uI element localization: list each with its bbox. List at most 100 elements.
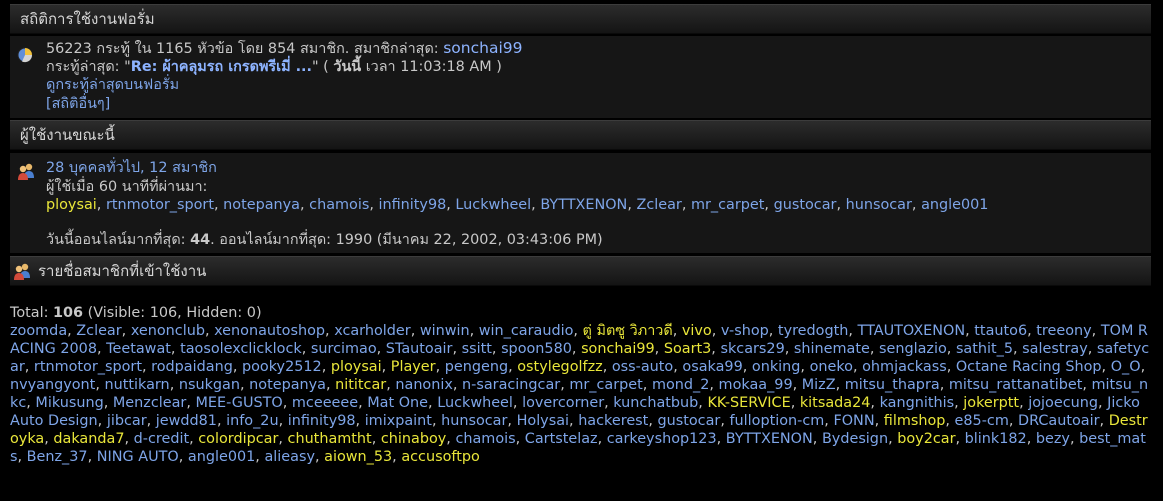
member-user-link[interactable]: e85-cm [955,413,1009,429]
member-user-link[interactable]: tyredogth [778,323,848,339]
member-user-link[interactable]: nsukgan [179,377,240,393]
member-user-link[interactable]: Soart3 [664,341,711,357]
member-user-link[interactable]: pengeng [445,359,508,375]
member-user-link[interactable]: rodpaidang [151,359,233,375]
member-user-link[interactable]: Zclear [76,323,121,339]
online-user-link[interactable]: Luckwheel [455,197,531,213]
member-user-link[interactable]: accusoftpo [401,449,479,465]
member-user-link[interactable]: NING AUTO [97,449,179,465]
member-user-link[interactable]: Teetawat [106,341,171,357]
member-user-link[interactable]: jojoecung [1028,395,1098,411]
member-user-link[interactable]: osaka99 [682,359,742,375]
member-user-link[interactable]: Octane Racing Shop [956,359,1102,375]
member-user-link[interactable]: notepanya [249,377,326,393]
member-user-link[interactable]: ploysai [331,359,382,375]
member-user-link[interactable]: angle001 [188,449,255,465]
member-user-link[interactable]: kunchatbub [613,395,698,411]
member-user-link[interactable]: mceeeee [292,395,358,411]
member-user-link[interactable]: treeony [1036,323,1091,339]
more-stats-link[interactable]: [สถิติอื่นๆ] [46,96,110,112]
member-user-link[interactable]: salestray [1022,341,1088,357]
member-user-link[interactable]: onking [752,359,801,375]
online-user-link[interactable]: infinity98 [378,197,446,213]
member-user-link[interactable]: Luckwheel [437,395,513,411]
member-user-link[interactable]: fulloption-cm [729,413,824,429]
member-user-link[interactable]: Bydesign [822,431,888,447]
latest-post-link[interactable]: Re: ผ้าคลุมรถ เกรดพรีเมี่ ... [131,59,312,75]
online-user-link[interactable]: mr_carpet [691,197,764,213]
member-user-link[interactable]: Menzclear [113,395,186,411]
member-user-link[interactable]: O_O [1111,359,1141,375]
member-user-link[interactable]: MEE-GUSTO [195,395,282,411]
member-user-link[interactable]: DRCautoair [1018,413,1100,429]
member-user-link[interactable]: BYTTXENON [726,431,813,447]
member-user-link[interactable]: kitsada24 [800,395,871,411]
member-user-link[interactable]: Mat One [367,395,428,411]
member-user-link[interactable]: aiown_53 [324,449,392,465]
member-user-link[interactable]: dakanda7 [53,431,124,447]
member-user-link[interactable]: senglazio [879,341,947,357]
member-user-link[interactable]: sonchai99 [581,341,655,357]
member-user-link[interactable]: imixpaint [365,413,432,429]
recent-posts-link[interactable]: ดูกระทู้ล่าสุดบนฟอรั่ม [46,77,179,93]
member-user-link[interactable]: ohmjackass [862,359,947,375]
member-user-link[interactable]: mokaa_99 [719,377,793,393]
member-user-link[interactable]: info_2u [226,413,278,429]
online-user-link[interactable]: hunsocar [846,197,912,213]
member-user-link[interactable]: lovercorner [522,395,604,411]
member-user-link[interactable]: carkeyshop123 [607,431,717,447]
online-user-link[interactable]: BYTTXENON [540,197,627,213]
member-user-link[interactable]: MizZ [802,377,836,393]
member-user-link[interactable]: rtnmotor_sport [34,359,142,375]
member-user-link[interactable]: ostylegolfzz [517,359,602,375]
member-user-link[interactable]: zoomda [10,323,67,339]
member-user-link[interactable]: xenonclub [131,323,205,339]
member-user-link[interactable]: Player [391,359,436,375]
member-user-link[interactable]: colordipcar [198,431,278,447]
member-user-link[interactable]: hackerest [578,413,648,429]
member-user-link[interactable]: ตู่ มิตซู วิภาวดี [583,323,673,339]
online-summary-link[interactable]: 28 บุคคลทั่วไป, 12 สมาชิก [46,160,217,176]
member-user-link[interactable]: shinemate [794,341,870,357]
member-user-link[interactable]: ttauto6 [974,323,1027,339]
member-user-link[interactable]: d-credit [134,431,189,447]
member-user-link[interactable]: oss-auto [612,359,673,375]
member-user-link[interactable]: FONN [833,413,874,429]
member-user-link[interactable]: mitsu_rattanatibet [949,377,1083,393]
member-user-link[interactable]: skcars29 [720,341,784,357]
member-user-link[interactable]: ssitt [462,341,492,357]
member-user-link[interactable]: win_caraudio [479,323,574,339]
member-user-link[interactable]: TTAUTOXENON [858,323,966,339]
member-user-link[interactable]: Benz_37 [27,449,88,465]
member-user-link[interactable]: sathit_5 [956,341,1013,357]
member-user-link[interactable]: xenonautoshop [214,323,325,339]
online-user-link[interactable]: rtnmotor_sport [106,197,214,213]
member-user-link[interactable]: mitsu_thapra [845,377,940,393]
member-user-link[interactable]: Holysai [517,413,569,429]
member-user-link[interactable]: surcimao [311,341,377,357]
member-user-link[interactable]: n-saracingcar [462,377,560,393]
member-user-link[interactable]: mr_carpet [569,377,642,393]
member-user-link[interactable]: v-shop [721,323,769,339]
online-user-link[interactable]: gustocar [774,197,837,213]
member-user-link[interactable]: taosolexclicklock [180,341,302,357]
member-user-link[interactable]: nvyangyont [10,377,95,393]
member-user-link[interactable]: gustocar [657,413,720,429]
member-user-link[interactable]: xcarholder [334,323,411,339]
member-user-link[interactable]: KK-SERVICE [707,395,790,411]
member-user-link[interactable]: jewdd81 [156,413,217,429]
member-user-link[interactable]: chuthamtht [288,431,372,447]
member-user-link[interactable]: boy2car [897,431,955,447]
member-user-link[interactable]: nuttikarn [104,377,169,393]
member-user-link[interactable]: Cartstelaz [525,431,598,447]
member-user-link[interactable]: oneko [810,359,853,375]
member-user-link[interactable]: bezy [1036,431,1070,447]
member-user-link[interactable]: pooky2512 [242,359,322,375]
online-user-link[interactable]: angle001 [921,197,988,213]
member-user-link[interactable]: alieasy [264,449,315,465]
member-user-link[interactable]: kangnithis [880,395,955,411]
online-user-link[interactable]: chamois [309,197,369,213]
member-user-link[interactable]: filmshop [884,413,946,429]
member-user-link[interactable]: chinaboy [381,431,446,447]
member-user-link[interactable]: mond_2 [652,377,709,393]
